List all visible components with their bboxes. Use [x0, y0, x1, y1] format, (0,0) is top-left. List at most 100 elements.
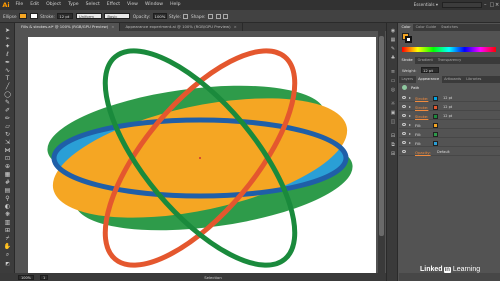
status-mode[interactable]: Selection — [204, 275, 222, 280]
close-icon[interactable]: × — [495, 2, 499, 8]
pen-tool-icon[interactable]: ✒ — [3, 59, 12, 66]
row-color-swatch[interactable] — [433, 104, 438, 110]
opacity-field[interactable]: 100% — [152, 13, 167, 19]
variable-width-profile[interactable]: Uniform — [75, 13, 102, 19]
paintbrush-icon[interactable]: ✎ — [3, 99, 12, 106]
blend-tool-icon[interactable]: ◐ — [3, 203, 12, 210]
graphic-styles-panel-icon[interactable]: ▣ — [390, 110, 397, 116]
tab-gradient[interactable]: Gradient — [415, 57, 435, 64]
row-color-swatch[interactable] — [433, 140, 438, 146]
row-label[interactable]: Stroke: — [415, 105, 428, 110]
artboard-navigator[interactable]: 1 — [40, 274, 49, 280]
minimize-icon[interactable]: – — [484, 2, 488, 8]
close-icon[interactable]: × — [111, 24, 114, 29]
eraser-icon[interactable]: ▱ — [3, 123, 12, 130]
vertical-scroll-thumb[interactable] — [379, 36, 384, 236]
menu-object[interactable]: Object — [43, 0, 65, 10]
tab-swatches[interactable]: Swatches — [439, 24, 461, 31]
hand-tool-icon[interactable]: ✋ — [3, 243, 12, 250]
eye-icon[interactable] — [402, 141, 406, 144]
search-input[interactable] — [442, 2, 482, 8]
menu-file[interactable]: File — [12, 0, 27, 10]
disclosure-icon[interactable]: ▸ — [409, 95, 411, 100]
close-icon[interactable]: × — [234, 24, 237, 29]
panel-stroke-swatch[interactable] — [405, 36, 412, 43]
graphic-style-swatch[interactable] — [183, 13, 189, 19]
eye-icon[interactable] — [402, 132, 406, 135]
lasso-icon[interactable]: ℓ — [3, 51, 12, 58]
row-color-swatch[interactable] — [433, 95, 438, 101]
row-value[interactable]: 12 pt — [443, 105, 452, 109]
direct-selection-tool-icon[interactable]: ➢ — [3, 35, 12, 42]
ellipse-tool-icon[interactable]: ◯ — [3, 91, 12, 98]
workspace-switcher[interactable]: Essentials ▾ — [414, 2, 438, 7]
menu-effect[interactable]: Effect — [103, 0, 123, 10]
mesh-tool-icon[interactable]: # — [3, 179, 12, 186]
disclosure-icon[interactable]: ▸ — [409, 122, 411, 127]
slice-tool-icon[interactable]: ⌿ — [3, 235, 12, 242]
layers-panel-icon[interactable]: ◫ — [390, 119, 397, 125]
artboard-tool-icon[interactable]: ⊞ — [3, 227, 12, 234]
stroke-weight-field[interactable]: 12 pt — [57, 13, 74, 19]
brushes-panel-icon[interactable]: ✎ — [390, 46, 397, 52]
scale-icon[interactable]: ⇲ — [3, 139, 12, 146]
appearance-row-fill-3[interactable]: ▸ Fill: — [399, 139, 500, 147]
row-label[interactable]: Fill: — [415, 132, 421, 137]
disclosure-icon[interactable]: ▸ — [409, 131, 411, 136]
eye-icon[interactable] — [402, 150, 406, 153]
shaper-tool-icon[interactable]: ✐ — [3, 107, 12, 114]
zoom-field[interactable]: 100% — [18, 274, 35, 280]
appearance-row-opacity[interactable]: Opacity: Default — [399, 148, 500, 156]
maximize-icon[interactable]: □ — [490, 2, 495, 8]
row-value[interactable]: 12 pt — [443, 114, 452, 118]
stroke-panel-icon[interactable]: ≡ — [390, 69, 397, 75]
color-panel-icon[interactable]: ◉ — [390, 28, 397, 34]
isolate-icon[interactable] — [223, 13, 229, 19]
type-tool-icon[interactable]: T — [3, 75, 12, 82]
transparency-panel-icon[interactable]: ◎ — [390, 87, 397, 93]
eye-icon[interactable] — [402, 114, 406, 117]
artboard[interactable] — [28, 37, 376, 273]
stroke-swatch[interactable] — [29, 13, 38, 19]
row-value[interactable]: 12 pt — [443, 96, 452, 100]
zoom-tool-icon[interactable]: ⌕ — [3, 251, 12, 258]
rotate-icon[interactable]: ↻ — [3, 131, 12, 138]
align-icon[interactable] — [208, 13, 214, 19]
perspective-grid-icon[interactable]: ▦ — [3, 171, 12, 178]
eye-icon[interactable] — [402, 96, 406, 99]
tab-color-guide[interactable]: Color Guide — [413, 24, 439, 31]
disclosure-icon[interactable]: ▸ — [409, 140, 411, 145]
menu-window[interactable]: Window — [141, 0, 166, 10]
transform-panel-icon[interactable]: ⊞ — [390, 151, 397, 157]
tab-stroke[interactable]: Stroke — [399, 57, 416, 64]
symbols-panel-icon[interactable]: ♣ — [390, 55, 397, 61]
row-color-swatch[interactable] — [433, 113, 438, 119]
appearance-row-stroke-3[interactable]: ▸ Stroke: 12 pt — [399, 112, 500, 120]
row-label[interactable]: Stroke: — [415, 96, 428, 101]
eye-icon[interactable] — [402, 123, 406, 126]
graph-tool-icon[interactable]: ▥ — [3, 219, 12, 226]
selection-tool-icon[interactable]: ➤ — [3, 27, 12, 34]
brush-definition[interactable]: Basic — [104, 13, 131, 19]
transform-icon[interactable] — [215, 13, 221, 19]
align-panel-icon[interactable]: ⊟ — [390, 133, 397, 139]
swatches-panel-icon[interactable]: ▦ — [390, 37, 397, 43]
symbol-sprayer-icon[interactable]: ❋ — [3, 211, 12, 218]
row-label[interactable]: Stroke: — [415, 114, 428, 119]
menu-view[interactable]: View — [124, 0, 142, 10]
fill-stroke-icon[interactable]: ◩ — [3, 261, 12, 268]
appearance-panel-icon[interactable]: ☼ — [390, 101, 397, 107]
gradient-tool-icon[interactable]: ▤ — [3, 187, 12, 194]
appearance-row-stroke-2[interactable]: ▸ Stroke: 12 pt — [399, 103, 500, 111]
disclosure-icon[interactable]: ▸ — [409, 104, 411, 109]
free-transform-icon[interactable]: ⊡ — [3, 155, 12, 162]
tab-appearance-experiment[interactable]: Appearance experiment.ai @ 100% (RGB/GPU… — [120, 23, 243, 31]
tab-artboards[interactable]: Artboards — [442, 76, 464, 83]
row-label[interactable]: Fill: — [415, 141, 421, 146]
canvas[interactable] — [16, 31, 385, 273]
disclosure-icon[interactable]: ▸ — [409, 113, 411, 118]
fill-swatch[interactable] — [19, 13, 28, 19]
magic-wand-icon[interactable]: ✦ — [3, 43, 12, 50]
curvature-tool-icon[interactable]: ∿ — [3, 67, 12, 74]
color-spectrum[interactable] — [402, 47, 496, 52]
